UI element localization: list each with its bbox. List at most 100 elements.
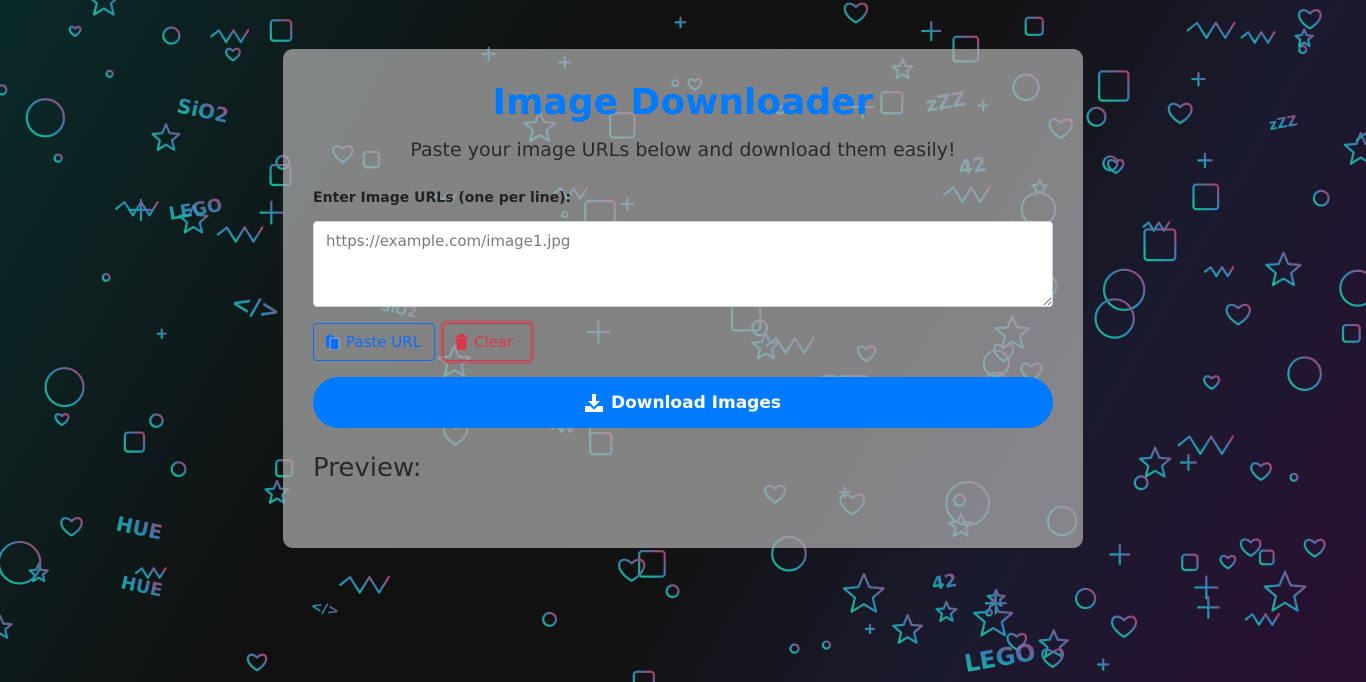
doodle-shape bbox=[1109, 544, 1131, 565]
doodle-shape bbox=[1203, 375, 1221, 390]
clear-label: Clear bbox=[474, 333, 514, 351]
doodle-shape bbox=[892, 614, 924, 644]
downloader-card: Image Downloader Paste your image URLs b… bbox=[283, 49, 1083, 548]
doodle-shape bbox=[864, 623, 876, 635]
doodle-word: </> bbox=[309, 598, 340, 620]
doodle-word: LEGO bbox=[962, 638, 1038, 678]
doodle-shape bbox=[210, 29, 250, 44]
doodle-word: LEGO bbox=[167, 195, 224, 225]
doodle-shape bbox=[0, 84, 8, 96]
doodle-shape bbox=[54, 413, 70, 427]
doodle-shape bbox=[921, 20, 942, 42]
doodle-shape bbox=[1102, 268, 1146, 312]
doodle-shape bbox=[91, 0, 117, 16]
doodle-shape bbox=[0, 614, 13, 639]
doodle-shape bbox=[162, 26, 181, 45]
doodle-shape bbox=[618, 558, 646, 582]
doodle-shape bbox=[1181, 553, 1199, 572]
doodle-shape bbox=[1240, 31, 1276, 44]
doodle-word: zZZ bbox=[1268, 113, 1299, 134]
paste-url-button[interactable]: Paste URL bbox=[313, 323, 435, 361]
doodle-shape bbox=[53, 153, 63, 163]
doodle-shape bbox=[151, 123, 181, 151]
doodle-shape bbox=[789, 643, 800, 654]
doodle-shape bbox=[542, 611, 558, 627]
doodle-shape bbox=[1194, 575, 1219, 600]
doodle-shape bbox=[1186, 21, 1236, 39]
trash-icon bbox=[455, 334, 468, 350]
doodle-shape bbox=[1303, 538, 1326, 558]
doodle-shape bbox=[1298, 44, 1308, 55]
doodle-shape bbox=[1138, 446, 1172, 478]
doodle-shape bbox=[269, 19, 293, 42]
download-images-label: Download Images bbox=[611, 392, 781, 413]
doodle-shape bbox=[1086, 106, 1107, 127]
page-title: Image Downloader bbox=[492, 82, 874, 123]
doodle-shape bbox=[1225, 303, 1251, 326]
doodle-shape bbox=[1133, 475, 1149, 491]
doodle-shape bbox=[1287, 356, 1322, 391]
doodle-shape bbox=[44, 367, 85, 408]
doodle-shape bbox=[1294, 28, 1314, 47]
doodle-shape bbox=[1263, 570, 1307, 612]
doodle-shape bbox=[259, 200, 284, 225]
doodle-shape bbox=[149, 413, 164, 428]
doodle-shape bbox=[935, 600, 958, 622]
download-images-button[interactable]: Download Images bbox=[313, 377, 1053, 428]
doodle-shape bbox=[216, 226, 264, 243]
doodle-shape bbox=[1179, 453, 1198, 472]
doodle-shape bbox=[60, 517, 83, 537]
download-icon bbox=[585, 393, 603, 412]
doodle-word: SiO2 bbox=[175, 93, 231, 127]
doodle-shape bbox=[1244, 613, 1280, 626]
doodle-shape bbox=[674, 16, 687, 29]
doodle-shape bbox=[843, 2, 869, 24]
doodle-shape bbox=[68, 25, 82, 37]
clear-button[interactable]: Clear bbox=[443, 323, 532, 361]
doodle-shape bbox=[1204, 266, 1235, 278]
doodle-shape bbox=[0, 540, 42, 585]
doodle-shape bbox=[1191, 71, 1206, 87]
doodle-shape bbox=[115, 200, 159, 217]
doodle-shape bbox=[1197, 596, 1220, 619]
doodle-shape bbox=[1341, 323, 1361, 343]
doodle-shape bbox=[632, 670, 655, 682]
paste-url-label: Paste URL bbox=[346, 333, 422, 351]
doodle-shape bbox=[1074, 587, 1097, 610]
doodle-shape bbox=[842, 572, 885, 613]
doodle-shape bbox=[1239, 538, 1262, 557]
doodle-shape bbox=[1143, 228, 1177, 262]
doodle-shape bbox=[1343, 132, 1366, 165]
doodle-shape bbox=[1265, 251, 1302, 287]
doodle-shape bbox=[1250, 462, 1272, 481]
preview-heading: Preview: bbox=[313, 453, 422, 483]
doodle-shape bbox=[1111, 615, 1137, 638]
doodle-shape bbox=[1097, 658, 1110, 671]
doodle-word: 42 bbox=[930, 570, 958, 595]
doodle-shape bbox=[1177, 435, 1234, 455]
doodle-shape bbox=[246, 653, 268, 672]
doodle-shape bbox=[339, 575, 390, 594]
clipboard-icon bbox=[325, 334, 340, 350]
doodle-shape bbox=[1312, 189, 1330, 207]
doodle-shape bbox=[1098, 70, 1130, 102]
page-subtitle: Paste your image URLs below and download… bbox=[410, 139, 956, 161]
doodle-shape bbox=[665, 584, 680, 599]
doodle-word: HUE bbox=[119, 572, 164, 601]
doodle-shape bbox=[1258, 549, 1275, 566]
doodle-word: </> bbox=[229, 288, 283, 326]
doodle-shape bbox=[1094, 298, 1135, 339]
urls-textarea[interactable] bbox=[313, 221, 1053, 307]
doodle-shape bbox=[1024, 16, 1044, 36]
doodle-shape bbox=[123, 431, 146, 453]
doodle-shape bbox=[156, 328, 167, 339]
doodle-shape bbox=[1289, 472, 1299, 482]
doodle-shape bbox=[1298, 9, 1322, 30]
doodle-shape bbox=[1339, 269, 1366, 307]
doodle-word: HUE bbox=[114, 511, 165, 544]
doodle-shape bbox=[821, 640, 832, 650]
doodle-shape bbox=[1219, 554, 1237, 570]
doodle-shape bbox=[170, 461, 187, 478]
doodle-shape bbox=[25, 98, 66, 138]
doodle-shape bbox=[1167, 102, 1193, 125]
